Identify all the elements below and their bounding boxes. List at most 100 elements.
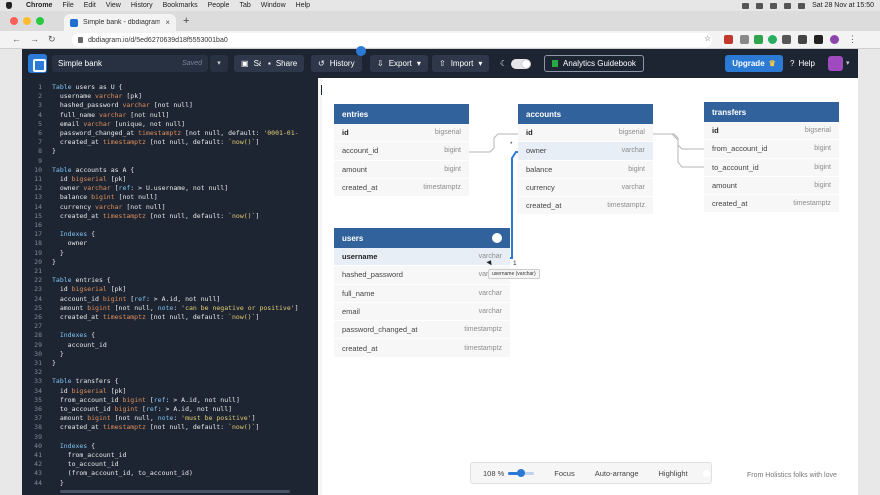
table-column-row[interactable]: created_at timestamptz xyxy=(704,195,839,214)
zoom-control[interactable]: 108 % xyxy=(483,468,535,478)
forward-icon[interactable]: → xyxy=(30,34,39,44)
table-transfers[interactable]: transfers id bigserial from_account_id big… xyxy=(704,102,839,214)
help-button[interactable]: ? Help xyxy=(790,55,815,72)
code-line[interactable]: 13 balance bigint [not null] xyxy=(22,192,318,202)
upgrade-button[interactable]: Upgrade ♛ xyxy=(725,55,783,72)
table-column-row[interactable]: created_at timestamptz xyxy=(334,178,469,198)
extension-icon[interactable] xyxy=(724,35,733,44)
table-column-row[interactable]: email varchar xyxy=(334,302,510,322)
code-line[interactable]: 26 created_at timestamptz [not null, def… xyxy=(22,312,318,322)
code-line[interactable]: 24 account_id bigint [ref: > A.id, not n… xyxy=(22,294,318,304)
table-column-row[interactable]: id bigserial xyxy=(518,124,653,143)
close-tab-icon[interactable]: × xyxy=(165,18,170,27)
apple-icon[interactable] xyxy=(6,2,12,9)
table-column-row[interactable]: amount bigint xyxy=(704,176,839,196)
code-line[interactable]: 14 currency varchar [not null] xyxy=(22,202,318,212)
table-accounts[interactable]: accounts id bigserial owner varchar balanc… xyxy=(518,104,653,216)
code-line[interactable]: 43 (from_account_id, to_account_id) xyxy=(22,468,318,478)
chrome-menu-icon[interactable]: ⋮ xyxy=(848,34,857,45)
menu-people[interactable]: People xyxy=(208,2,230,9)
history-button[interactable]: ↺ History xyxy=(311,55,362,72)
code-line[interactable]: 6 password_changed_at timestamptz [not n… xyxy=(22,128,318,138)
code-line[interactable]: 29 account_id xyxy=(22,340,318,350)
code-line[interactable]: 18 owner xyxy=(22,238,318,248)
profile-avatar-icon[interactable] xyxy=(830,35,839,44)
search-icon[interactable] xyxy=(798,2,806,9)
table-header[interactable]: entries xyxy=(334,104,469,124)
table-column-row[interactable]: created_at timestamptz xyxy=(334,339,510,358)
code-line[interactable]: 38 created_at timestamptz [not null, def… xyxy=(22,422,318,432)
auto-arrange-button[interactable]: Auto-arrange xyxy=(595,469,639,478)
table-column-row[interactable]: id bigserial xyxy=(334,124,469,143)
code-line[interactable]: 42 to_account_id xyxy=(22,459,318,469)
code-line[interactable]: 30 } xyxy=(22,349,318,359)
menu-bookmarks[interactable]: Bookmarks xyxy=(163,2,198,9)
clock[interactable]: Sat 28 Nov at 15:50 xyxy=(812,2,874,9)
code-line[interactable]: 16 xyxy=(22,220,318,230)
extension-icon[interactable] xyxy=(740,35,749,44)
lock-icon[interactable] xyxy=(78,37,83,43)
menu-edit[interactable]: Edit xyxy=(84,2,96,9)
url-field[interactable]: dbdiagram.io/d/5ed6270639d18f5553001ba0 xyxy=(72,33,712,47)
table-column-row[interactable]: password_changed_at timestamptz xyxy=(334,321,510,340)
table-column-row[interactable]: from_account_id bigint xyxy=(704,140,839,159)
code-line[interactable]: 4 full_name varchar [not null] xyxy=(22,110,318,120)
menu-chrome[interactable]: Chrome xyxy=(26,2,52,9)
extension-icon[interactable] xyxy=(782,35,791,44)
reload-icon[interactable]: ↻ xyxy=(48,34,56,45)
camera-icon[interactable] xyxy=(742,2,750,9)
browser-tab[interactable]: Simple bank - dbdiagram.io × xyxy=(64,14,176,31)
code-line[interactable]: 33 Table transfers { xyxy=(22,376,318,386)
analytics-guidebook-button[interactable]: Analytics Guidebook xyxy=(544,55,644,72)
table-entries[interactable]: entries id bigserial account_id bigint amo… xyxy=(334,104,469,198)
table-column-row[interactable]: balance bigint xyxy=(518,160,653,179)
new-tab-icon[interactable]: + xyxy=(183,15,189,27)
menu-help[interactable]: Help xyxy=(296,2,310,9)
user-avatar[interactable] xyxy=(828,56,843,71)
horizontal-scrollbar[interactable] xyxy=(60,490,290,493)
code-line[interactable]: 11 id bigserial [pk] xyxy=(22,174,318,184)
table-column-row[interactable]: account_id bigint xyxy=(334,142,469,161)
cloud-icon[interactable] xyxy=(756,2,764,9)
palette-icon[interactable] xyxy=(492,233,502,243)
share-button[interactable]: ▪ Share xyxy=(261,55,305,72)
code-line[interactable]: 25 amount bigint [not null, note: 'can b… xyxy=(22,303,318,313)
code-line[interactable]: 27 xyxy=(22,321,318,331)
table-column-row[interactable]: amount bigint xyxy=(334,160,469,179)
dbml-code-editor[interactable]: 44 } 43 (from_account_id, to_account_id) 4… xyxy=(22,78,318,495)
extension-icon[interactable] xyxy=(754,35,763,44)
relation-line-users-accounts[interactable] xyxy=(510,151,518,259)
code-line[interactable]: 21 xyxy=(22,266,318,276)
table-header[interactable]: transfers xyxy=(704,102,839,122)
project-name-field[interactable]: Simple bank Saved xyxy=(52,55,208,72)
code-line[interactable]: 7 created_at timestamptz [not null, defa… xyxy=(22,137,318,147)
extensions-puzzle-icon[interactable] xyxy=(814,35,823,44)
close-window-icon[interactable] xyxy=(10,17,18,25)
code-line[interactable]: 40 Indexes { xyxy=(22,441,318,451)
code-line[interactable]: 5 email varchar [unique, not null] xyxy=(22,119,318,129)
menu-view[interactable]: View xyxy=(106,2,121,9)
code-line[interactable]: 20} xyxy=(22,257,318,267)
import-button[interactable]: ⇧ Import ▾ xyxy=(432,55,490,72)
code-line[interactable]: 36 to_account_id bigint [ref: > A.id, no… xyxy=(22,404,318,414)
code-line[interactable]: 31} xyxy=(22,358,318,368)
menu-tab[interactable]: Tab xyxy=(239,2,250,9)
dark-mode-switch[interactable] xyxy=(511,58,532,69)
export-button[interactable]: ⇩ Export ▾ xyxy=(370,55,428,72)
chevron-down-icon[interactable]: ▾ xyxy=(846,59,850,67)
code-line[interactable]: 41 from_account_id xyxy=(22,450,318,460)
code-line[interactable]: 19 } xyxy=(22,248,318,258)
extension-icon[interactable] xyxy=(798,35,807,44)
focus-button[interactable]: Focus xyxy=(554,469,574,478)
table-column-row[interactable]: hashed_passwordvarchar xyxy=(334,266,510,285)
extension-icon[interactable] xyxy=(768,35,777,44)
table-users[interactable]: users usernamevarchar hashed_passwordvar… xyxy=(334,228,510,358)
project-dropdown-chevron-icon[interactable]: ▾ xyxy=(210,55,228,72)
code-line[interactable]: 37 amount bigint [not null, note: 'must … xyxy=(22,413,318,423)
code-line[interactable]: 2 username varchar [pk] xyxy=(22,91,318,101)
code-line[interactable]: 17 Indexes { xyxy=(22,229,318,239)
dbdiagram-logo-icon[interactable] xyxy=(28,54,47,73)
table-column-row[interactable]: full_name varchar xyxy=(334,284,510,303)
maximize-window-icon[interactable] xyxy=(36,17,44,25)
code-line[interactable]: 15 created_at timestamptz [not null, def… xyxy=(22,211,318,221)
